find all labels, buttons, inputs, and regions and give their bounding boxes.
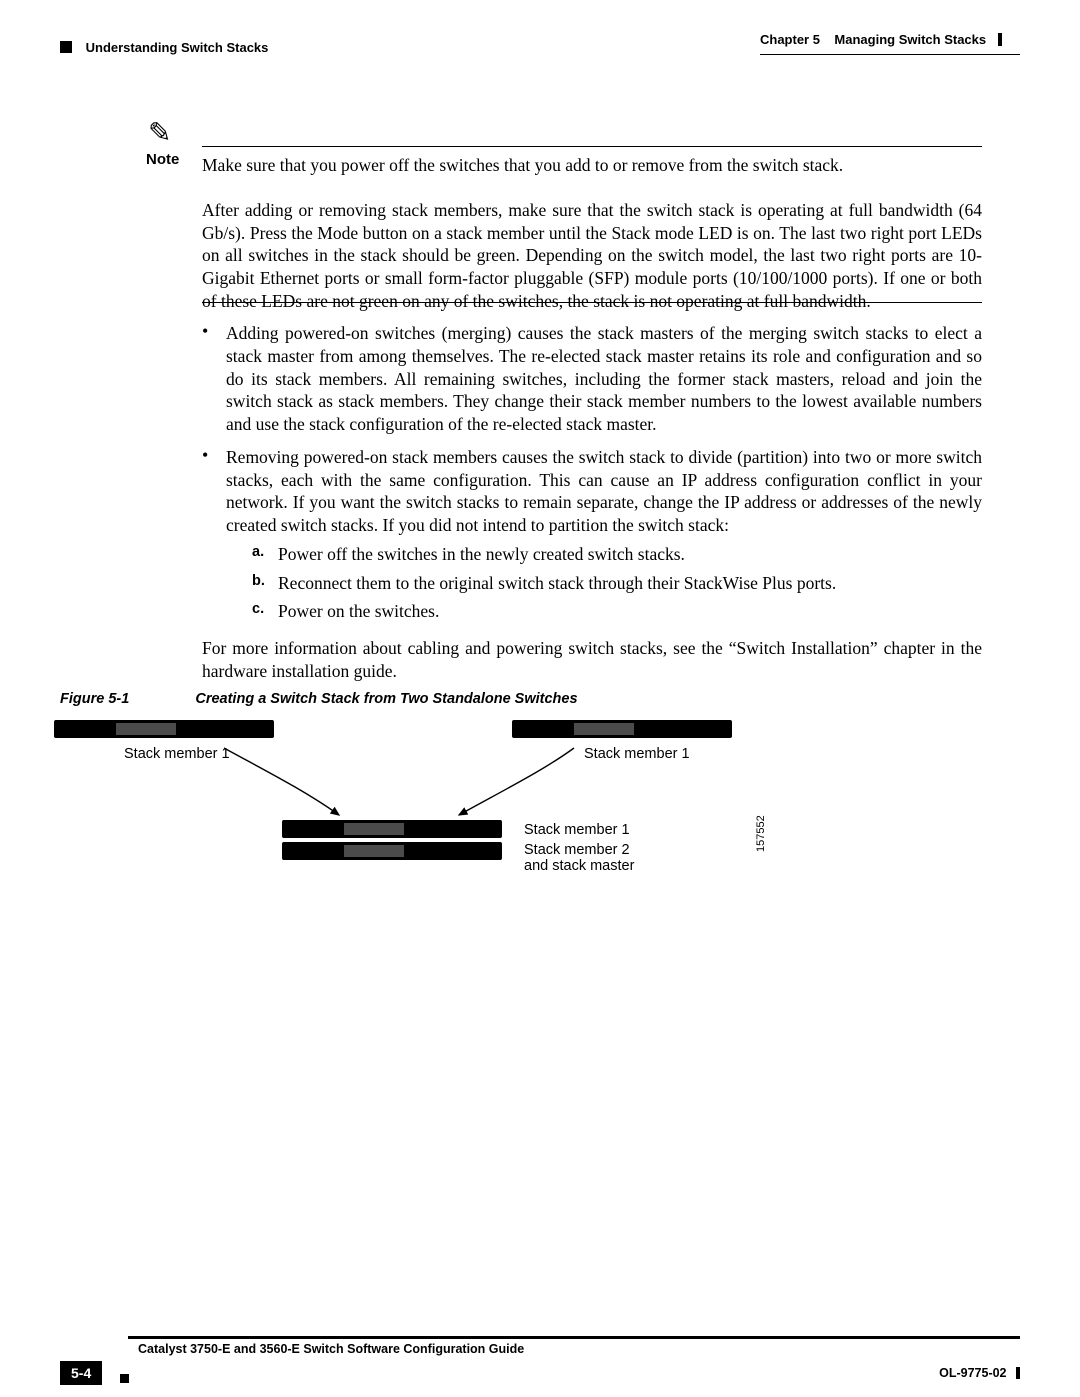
note-label: Note	[146, 150, 179, 170]
bullet-icon: •	[202, 322, 226, 436]
step-text: Power on the switches.	[278, 600, 982, 623]
page-number: 5-4	[60, 1361, 102, 1385]
step-label: b.	[252, 572, 278, 595]
note-line: Make sure that you power off the switche…	[202, 154, 982, 177]
figure-label-stack-bot-b: and stack master	[524, 858, 635, 874]
step-text: Power off the switches in the newly crea…	[278, 543, 982, 566]
bullet-text: Adding powered-on switches (merging) cau…	[226, 322, 982, 436]
pencil-icon: ✎	[148, 116, 171, 152]
bullet-icon: •	[202, 446, 226, 623]
footer-rule	[128, 1336, 1020, 1339]
switch-icon	[512, 720, 732, 738]
bullet-text-body: Removing powered-on stack members causes…	[226, 447, 982, 535]
footer-guide-title: Catalyst 3750-E and 3560-E Switch Softwa…	[138, 1341, 524, 1357]
arrow-icon	[224, 748, 339, 815]
figure-diagram: Stack member 1 Stack member 1 Stack memb…	[54, 720, 794, 900]
note-rule-bottom	[202, 302, 982, 303]
section-title: Understanding Switch Stacks	[86, 40, 269, 55]
figure-caption: Figure 5-1 Creating a Switch Stack from …	[60, 690, 578, 709]
running-head-right: Chapter 5 Managing Switch Stacks	[760, 30, 1020, 55]
closing-paragraph: For more information about cabling and p…	[202, 637, 982, 683]
bullet-item: • Adding powered-on switches (merging) c…	[202, 322, 982, 436]
note-rule-top	[202, 146, 982, 147]
footer-page: 5-4	[60, 1361, 102, 1385]
figure-code: 157552	[755, 815, 767, 852]
body-content: • Adding powered-on switches (merging) c…	[202, 322, 982, 683]
chapter-title: Managing Switch Stacks	[834, 32, 986, 47]
figure-label-stack-bot-a: Stack member 2	[524, 842, 630, 858]
figure-label-stack-top: Stack member 1	[524, 822, 630, 838]
square-bullet-icon	[60, 41, 72, 53]
chapter-number: Chapter 5	[760, 32, 820, 47]
note-body: Make sure that you power off the switche…	[202, 154, 982, 313]
figure-title: Creating a Switch Stack from Two Standal…	[195, 691, 577, 707]
step-label: c.	[252, 600, 278, 623]
note-paragraph: After adding or removing stack members, …	[202, 199, 982, 313]
bullet-text: Removing powered-on stack members causes…	[226, 446, 982, 623]
doc-id-text: OL-9775-02	[939, 1366, 1006, 1380]
switch-icon	[54, 720, 274, 738]
bullet-item: • Removing powered-on stack members caus…	[202, 446, 982, 623]
switch-icon	[282, 820, 502, 838]
switch-icon	[282, 842, 502, 860]
square-bullet-icon	[120, 1374, 129, 1383]
divider-icon	[1016, 1367, 1020, 1379]
step-label: a.	[252, 543, 278, 566]
figure-number: Figure 5-1	[60, 691, 129, 707]
figure-label-right: Stack member 1	[584, 746, 690, 762]
divider-icon	[998, 33, 1002, 46]
running-head-left: Understanding Switch Stacks	[60, 40, 268, 57]
step-text: Reconnect them to the original switch st…	[278, 572, 982, 595]
figure-label-left: Stack member 1	[124, 746, 230, 762]
ordered-sublist: a. Power off the switches in the newly c…	[252, 543, 982, 623]
footer-doc-id: OL-9775-02	[939, 1365, 1020, 1381]
arrow-icon	[459, 748, 574, 815]
